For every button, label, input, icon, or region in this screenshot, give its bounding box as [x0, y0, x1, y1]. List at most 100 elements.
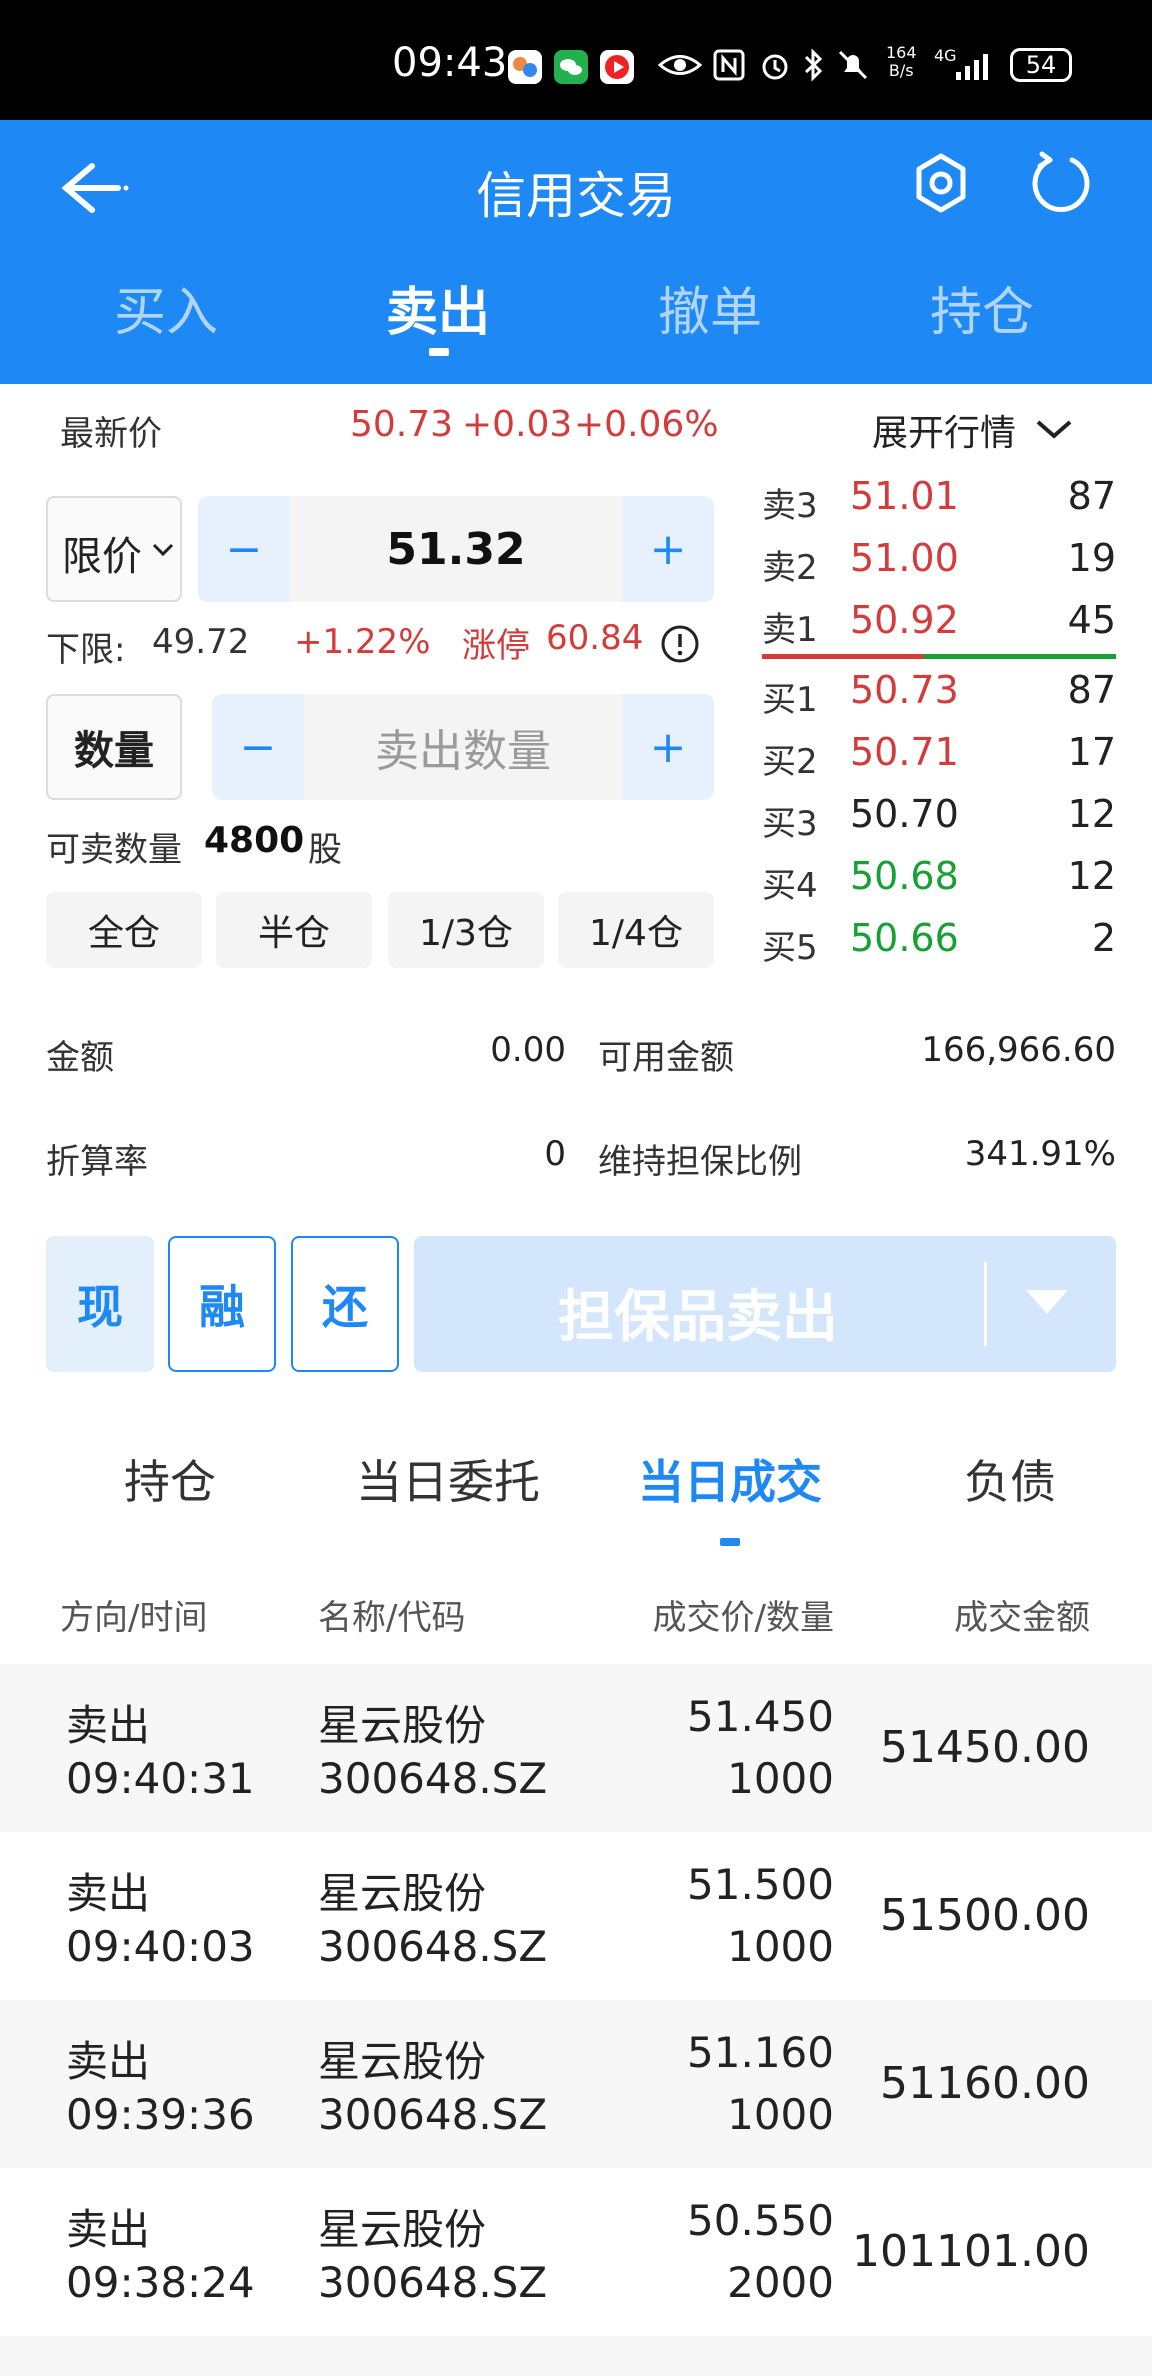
table-row-partial[interactable]	[0, 2336, 1152, 2376]
ask-label: 卖2	[762, 548, 818, 588]
info-circle-icon[interactable]	[660, 624, 700, 668]
bid-label: 买4	[762, 866, 818, 906]
quantity-minus-button[interactable]: −	[212, 694, 304, 800]
price-minus-button[interactable]: −	[198, 496, 290, 602]
bid-row-1[interactable]: 买1 50.73 87	[762, 664, 1116, 724]
price-change: +0.03	[462, 404, 573, 445]
upper-limit-label: 涨停	[462, 626, 530, 666]
bid-label: 买3	[762, 804, 818, 844]
bid-price: 50.70	[850, 792, 959, 836]
guarantee-ratio-label: 维持担保比例	[598, 1142, 802, 1182]
alarm-icon	[758, 48, 792, 90]
tab-sell[interactable]: 卖出	[358, 270, 518, 345]
trade-amount: 101101.00	[852, 2226, 1090, 2277]
bid-label: 买5	[762, 928, 818, 968]
tab-holdings[interactable]: 持仓	[30, 1446, 310, 1512]
stock-name: 星云股份	[318, 2037, 487, 2086]
price-stepper: − 51.32 +	[198, 496, 714, 602]
table-row[interactable]: 卖出 09:39:36 星云股份 300648.SZ 51.160 1000 5…	[0, 2000, 1152, 2168]
stock-name: 星云股份	[318, 1701, 487, 1750]
position-full-button[interactable]: 全仓	[46, 892, 202, 968]
wechat-icon	[554, 50, 588, 84]
stock-code: 300648.SZ	[318, 2090, 548, 2139]
conversion-rate-label: 折算率	[46, 1142, 148, 1182]
ask-row-1[interactable]: 卖1 50.92 45	[762, 594, 1116, 654]
sellable-label: 可卖数量	[46, 830, 182, 870]
tab-buy[interactable]: 买入	[86, 270, 246, 345]
price-type-select[interactable]: 限价	[46, 496, 182, 602]
table-row[interactable]: 卖出 09:38:24 星云股份 300648.SZ 50.550 2000 1…	[0, 2168, 1152, 2336]
app-header: 信用交易 买入 卖出 撤单 持仓	[0, 120, 1152, 384]
tab-today-orders[interactable]: 当日委托	[308, 1446, 588, 1512]
lower-limit-value: 49.72	[152, 622, 250, 662]
trade-qty: 1000	[727, 1754, 834, 1803]
mode-repay-button[interactable]: 还	[291, 1236, 399, 1372]
mute-bell-icon	[836, 48, 870, 90]
mode-margin-button[interactable]: 融	[168, 1236, 276, 1372]
trade-amount: 51500.00	[880, 1890, 1090, 1941]
ask-volume: 19	[1067, 536, 1116, 580]
refresh-icon[interactable]	[1028, 150, 1094, 220]
price-type-label: 限价	[62, 534, 142, 580]
ask-label: 卖1	[762, 610, 818, 650]
gear-icon[interactable]	[908, 150, 974, 220]
position-half-button[interactable]: 半仓	[216, 892, 372, 968]
trade-time: 09:40:31	[66, 1754, 255, 1803]
trade-amount: 51160.00	[880, 2058, 1090, 2109]
bid-row-5[interactable]: 买5 50.66 2	[762, 912, 1116, 972]
ask-volume: 45	[1067, 598, 1116, 642]
tab-liabilities[interactable]: 负债	[870, 1446, 1150, 1512]
video-app-icon	[600, 50, 634, 84]
price-change-pct: +0.06%	[574, 404, 719, 445]
sell-button-label: 担保品卖出	[558, 1285, 838, 1350]
ask-price: 50.92	[850, 598, 959, 642]
quantity-input[interactable]: 卖出数量	[304, 694, 622, 800]
collateral-sell-button[interactable]: 担保品卖出	[414, 1236, 1116, 1372]
bid-row-2[interactable]: 买2 50.71 17	[762, 726, 1116, 786]
tab-today-trades[interactable]: 当日成交	[590, 1446, 870, 1512]
trade-qty: 1000	[727, 2090, 834, 2139]
bottom-tab-indicator	[720, 1538, 740, 1546]
tab-position[interactable]: 持仓	[902, 270, 1062, 345]
table-row[interactable]: 卖出 09:40:31 星云股份 300648.SZ 51.450 1000 5…	[0, 1664, 1152, 1832]
bid-price: 50.71	[850, 730, 959, 774]
net-speed-unit: B/s	[888, 61, 914, 80]
trade-amount: 51450.00	[880, 1722, 1090, 1773]
table-row[interactable]: 卖出 09:40:03 星云股份 300648.SZ 51.500 1000 5…	[0, 1832, 1152, 2000]
chevron-down-icon[interactable]	[1034, 414, 1074, 448]
bid-volume: 17	[1067, 730, 1116, 774]
trade-price: 51.450	[687, 1692, 834, 1741]
bid-volume: 2	[1091, 916, 1116, 960]
quantity-plus-button[interactable]: +	[622, 694, 714, 800]
col-amount: 成交金额	[954, 1598, 1090, 1638]
quantity-stepper: − 卖出数量 +	[212, 694, 714, 800]
position-quarter-button[interactable]: 1/4仓	[558, 892, 714, 968]
expand-quote-button[interactable]: 展开行情	[872, 404, 1016, 456]
stock-name: 星云股份	[318, 1869, 487, 1918]
ask-row-2[interactable]: 卖2 51.00 19	[762, 532, 1116, 592]
quantity-label: 数量	[46, 694, 182, 800]
bid-row-3[interactable]: 买3 50.70 12	[762, 788, 1116, 848]
page-title: 信用交易	[476, 167, 676, 225]
app-notification-icon	[508, 50, 542, 84]
button-divider	[984, 1262, 987, 1346]
trade-direction: 卖出	[66, 2037, 151, 2086]
bid-label: 买2	[762, 742, 818, 782]
ask-row-3[interactable]: 卖3 51.01 87	[762, 470, 1116, 530]
trade-price: 51.160	[687, 2028, 834, 2077]
caret-down-icon[interactable]	[1024, 1288, 1070, 1320]
mode-cash-button[interactable]: 现	[46, 1236, 154, 1372]
eye-icon	[657, 48, 703, 90]
bid-price: 50.68	[850, 854, 959, 898]
bid-volume: 87	[1067, 668, 1116, 712]
bid-row-4[interactable]: 买4 50.68 12	[762, 850, 1116, 910]
price-input[interactable]: 51.32	[290, 496, 622, 602]
stock-name: 星云股份	[318, 2205, 487, 2254]
active-tab-indicator	[429, 348, 449, 356]
position-third-button[interactable]: 1/3仓	[388, 892, 544, 968]
ask-price: 51.00	[850, 536, 959, 580]
chevron-down-icon	[152, 542, 174, 562]
price-plus-button[interactable]: +	[622, 496, 714, 602]
ask-label: 卖3	[762, 486, 818, 526]
tab-cancel[interactable]: 撤单	[630, 270, 790, 345]
